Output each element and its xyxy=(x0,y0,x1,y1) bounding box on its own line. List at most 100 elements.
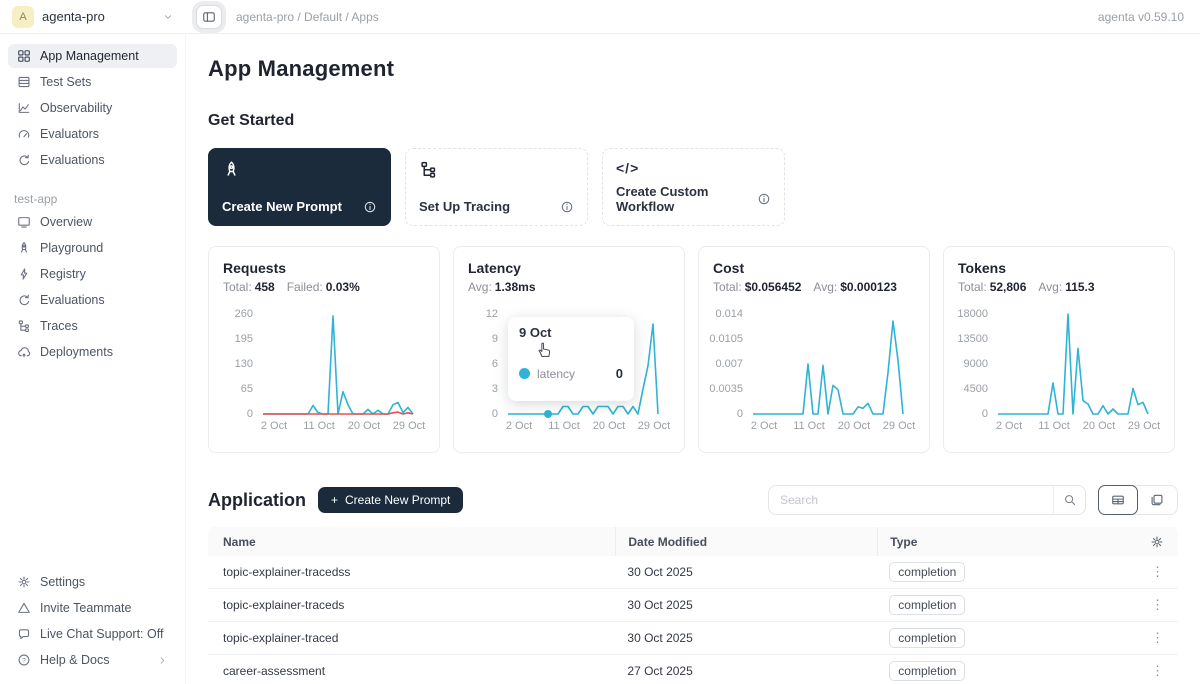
workspace-selector[interactable]: A agenta-pro xyxy=(0,6,186,28)
info-icon xyxy=(757,192,771,206)
sidebar-group-label: test-app xyxy=(8,186,177,210)
chart-plot[interactable] xyxy=(259,306,417,418)
get-started-title: Get Started xyxy=(208,112,1178,130)
chart-title: Requests xyxy=(223,260,425,276)
get-started-card-label: Set Up Tracing xyxy=(419,199,510,214)
tooltip-series-name: latency xyxy=(537,367,575,381)
rocket-icon xyxy=(222,160,241,179)
row-menu-button[interactable]: ⋮ xyxy=(1151,597,1164,613)
row-menu-button[interactable]: ⋮ xyxy=(1151,564,1164,580)
gauge-icon xyxy=(17,127,31,141)
sidebar-item-label: Registry xyxy=(40,267,86,281)
gear-icon xyxy=(1150,535,1164,549)
sidebar-item-settings[interactable]: Settings xyxy=(8,570,177,594)
tooltip-date: 9 Oct xyxy=(519,325,623,340)
app-date-modified: 30 Oct 2025 xyxy=(615,565,877,579)
sidebar-app-item-registry[interactable]: Registry xyxy=(8,262,177,286)
table-header: Name Date Modified Type xyxy=(208,527,1178,556)
card-view-icon xyxy=(1150,493,1164,507)
topbar: A agenta-pro agenta-pro / Default / Apps… xyxy=(0,0,1200,34)
sidebar-app-item-overview[interactable]: Overview xyxy=(8,210,177,234)
sidebar-collapse-button[interactable] xyxy=(196,5,222,29)
breadcrumb[interactable]: agenta-pro / Default / Apps xyxy=(236,10,379,24)
table-row[interactable]: career-assessment27 Oct 2025completion⋮ xyxy=(208,655,1178,684)
chevron-right-icon xyxy=(157,655,168,666)
y-axis-labels: 1800013500900045000 xyxy=(958,306,994,418)
chart-title: Latency xyxy=(468,260,670,276)
table-row[interactable]: topic-explainer-tracedss30 Oct 2025compl… xyxy=(208,556,1178,589)
get-started-card-create-custom-workflow[interactable]: </> Create Custom Workflow xyxy=(602,148,785,226)
get-started-card-label: Create Custom Workflow xyxy=(616,184,757,214)
column-header-type[interactable]: Type xyxy=(877,527,1110,556)
info-icon xyxy=(363,200,377,214)
sidebar-item-live-chat-support-off[interactable]: Live Chat Support: Off xyxy=(8,622,177,646)
app-name: topic-explainer-tracedss xyxy=(208,565,615,579)
get-started-card-create-new-prompt[interactable]: Create New Prompt xyxy=(208,148,391,226)
line-chart-icon xyxy=(17,101,31,115)
sidebar-app-item-traces[interactable]: Traces xyxy=(8,314,177,338)
workspace-name: agenta-pro xyxy=(42,9,154,24)
column-header-name[interactable]: Name xyxy=(208,535,615,549)
metric-card-tokens: TokensTotal:52,806Avg:115.31800013500900… xyxy=(943,246,1175,453)
sidebar-item-observability[interactable]: Observability xyxy=(8,96,177,120)
sidebar-item-label: Settings xyxy=(40,575,85,589)
application-title: Application xyxy=(208,490,306,511)
sidebar-item-label: Evaluators xyxy=(40,127,99,141)
sidebar-collapse-icon xyxy=(202,10,216,24)
sidebar-item-evaluations[interactable]: Evaluations xyxy=(8,148,177,172)
chart-title: Cost xyxy=(713,260,915,276)
metric-card-latency: LatencyAvg:1.38ms1296302 Oct11 Oct20 Oct… xyxy=(453,246,685,453)
application-header: Application + Create New Prompt xyxy=(208,485,1178,515)
sidebar-item-help-docs[interactable]: ?Help & Docs xyxy=(8,648,177,672)
table-view-button[interactable] xyxy=(1098,485,1138,515)
chart-stats: Total:458Failed:0.03% xyxy=(223,280,425,294)
sidebar-app-item-deployments[interactable]: Deployments xyxy=(8,340,177,364)
app-type-badge: completion xyxy=(889,628,965,648)
chevron-down-icon[interactable] xyxy=(162,11,174,23)
sidebar-item-label: Live Chat Support: Off xyxy=(40,627,163,641)
sidebar-item-invite-teammate[interactable]: Invite Teammate xyxy=(8,596,177,620)
sidebar-item-label: Traces xyxy=(40,319,78,333)
sidebar-item-label: Help & Docs xyxy=(40,653,109,667)
row-menu-button[interactable]: ⋮ xyxy=(1151,663,1164,679)
search-input[interactable] xyxy=(769,493,1053,507)
chart-plot[interactable] xyxy=(994,306,1152,418)
sidebar-app-item-evaluations[interactable]: Evaluations xyxy=(8,288,177,312)
bolt-icon xyxy=(17,267,31,281)
row-menu-button[interactable]: ⋮ xyxy=(1151,630,1164,646)
sidebar-item-label: Evaluations xyxy=(40,293,105,307)
column-header-date[interactable]: Date Modified xyxy=(615,527,877,556)
app-type-badge: completion xyxy=(889,595,965,615)
column-settings-button[interactable] xyxy=(1110,535,1178,549)
table-row[interactable]: topic-explainer-traceds30 Oct 2025comple… xyxy=(208,589,1178,622)
applications-table: Name Date Modified Type topic-explainer-… xyxy=(208,527,1178,684)
chart-plot[interactable] xyxy=(749,306,907,418)
table-row[interactable]: topic-explainer-traced30 Oct 2025complet… xyxy=(208,622,1178,655)
app-root: A agenta-pro agenta-pro / Default / Apps… xyxy=(0,0,1200,684)
x-axis-labels: 2 Oct11 Oct20 Oct29 Oct xyxy=(265,418,423,432)
sidebar-item-label: Evaluations xyxy=(40,153,105,167)
sidebar-item-test-sets[interactable]: Test Sets xyxy=(8,70,177,94)
y-axis-labels: 0.0140.01050.0070.00350 xyxy=(713,306,749,418)
search-icon[interactable] xyxy=(1053,486,1085,514)
chat-icon xyxy=(17,627,31,641)
sidebar-app-item-playground[interactable]: Playground xyxy=(8,236,177,260)
code-icon: </> xyxy=(616,160,639,176)
sidebar-item-app-management[interactable]: App Management xyxy=(8,44,177,68)
chart-stats: Total:$0.056452Avg:$0.000123 xyxy=(713,280,915,294)
chart-title: Tokens xyxy=(958,260,1160,276)
table-view-icon xyxy=(1111,493,1125,507)
get-started-card-set-up-tracing[interactable]: Set Up Tracing xyxy=(405,148,588,226)
sidebar: App ManagementTest SetsObservability Eval… xyxy=(0,34,186,684)
create-new-prompt-button[interactable]: + Create New Prompt xyxy=(318,487,463,513)
app-date-modified: 30 Oct 2025 xyxy=(615,631,877,645)
x-axis-labels: 2 Oct11 Oct20 Oct29 Oct xyxy=(755,418,913,432)
sidebar-item-evaluators[interactable]: Evaluators xyxy=(8,122,177,146)
grid-icon xyxy=(17,49,31,63)
triangle-icon xyxy=(17,601,31,615)
card-view-button[interactable] xyxy=(1137,486,1177,514)
cycle-icon xyxy=(17,293,31,307)
tooltip-series-dot xyxy=(519,368,530,379)
y-axis-labels: 260195130650 xyxy=(223,306,259,418)
cloud-icon xyxy=(17,345,31,359)
